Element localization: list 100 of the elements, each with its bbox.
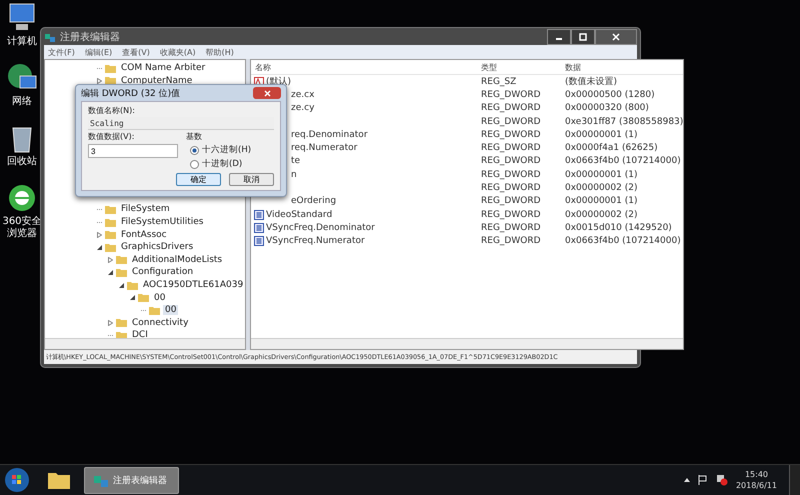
desktop-icon-label[interactable]: 计算机 xyxy=(0,36,44,48)
value-name-field: Scaling xyxy=(88,117,274,130)
folder-icon xyxy=(105,230,116,240)
folder-icon xyxy=(105,204,116,214)
tree-item[interactable]: FileSystem xyxy=(119,204,172,214)
tree-item[interactable]: GraphicsDrivers xyxy=(119,242,196,252)
value-name[interactable]: ze.cx xyxy=(291,90,314,100)
menu-item[interactable]: 文件(F) xyxy=(48,46,75,58)
column-header[interactable]: 数据 xyxy=(561,62,684,72)
value-name[interactable]: VideoStandard xyxy=(266,210,332,220)
minimize-button[interactable] xyxy=(547,28,571,44)
tree-item[interactable]: 00 xyxy=(152,292,168,303)
value-data: 0x00000320 (800) xyxy=(564,103,650,114)
close-icon xyxy=(612,32,620,40)
value-data: 0x00000002 (2) xyxy=(564,183,638,194)
flag-icon[interactable] xyxy=(698,475,708,485)
expanded-arrow-icon[interactable] xyxy=(130,295,135,300)
clock-time[interactable]: 15:40 xyxy=(744,470,768,479)
menu-item[interactable]: 帮助(H) xyxy=(206,46,234,58)
tree-item[interactable]: Connectivity xyxy=(130,318,190,328)
radio-option[interactable]: 十六进制(H) xyxy=(186,144,274,156)
horizontal-scrollbar[interactable] xyxy=(45,338,245,349)
folder-icon[interactable] xyxy=(48,471,70,489)
desktop-icon-label[interactable]: 360安全浏览器 xyxy=(0,216,44,240)
expanded-arrow-icon[interactable] xyxy=(108,270,113,275)
tree-item[interactable]: FontAssoc xyxy=(119,230,169,240)
close-button[interactable] xyxy=(253,87,281,99)
value-name[interactable]: te xyxy=(291,156,300,166)
value-type: REG_DWORD xyxy=(480,103,542,114)
value-type: REG_DWORD xyxy=(480,156,542,166)
value-type: REG_DWORD xyxy=(480,196,542,206)
expanded-arrow-icon[interactable] xyxy=(97,244,102,250)
maximize-icon xyxy=(579,32,587,40)
value-data: 0xe301ff87 (3808558983) xyxy=(564,116,684,127)
tree-item[interactable]: COM Name Arbiter xyxy=(119,63,208,74)
tree-item[interactable]: ComputerName xyxy=(119,76,194,86)
column-header[interactable]: 类型 xyxy=(477,62,561,72)
tree-item[interactable]: 00 xyxy=(163,305,178,316)
clock-date[interactable]: 2018/6/11 xyxy=(736,481,777,490)
column-header[interactable]: 名称 xyxy=(251,62,477,72)
tree-connector-line xyxy=(97,68,102,69)
caret-icon[interactable] xyxy=(684,478,690,482)
value-name[interactable]: req.Numerator xyxy=(291,143,358,154)
value-data: 0x00000500 (1280) xyxy=(564,90,656,100)
menu-item[interactable]: 收藏夹(A) xyxy=(160,46,196,58)
value-data-field[interactable]: 3 xyxy=(88,144,178,158)
expanded-arrow-icon[interactable] xyxy=(119,282,124,288)
horizontal-scrollbar[interactable] xyxy=(251,338,684,349)
value-data: 0x0663f4b0 (107214000) xyxy=(564,236,682,246)
tree-connector-line xyxy=(141,310,146,311)
desktop-icon-label[interactable]: 回收站 xyxy=(0,156,44,168)
collapsed-arrow-icon[interactable] xyxy=(108,256,113,263)
collapsed-arrow-icon[interactable] xyxy=(108,320,113,326)
folder-icon xyxy=(116,255,127,264)
menu-item[interactable]: 编辑(E) xyxy=(84,46,112,58)
ok-button[interactable]: 确定 xyxy=(176,173,221,186)
folder-icon xyxy=(149,306,160,315)
field-label: 数值名称(N): xyxy=(88,105,136,116)
value-data: 0x00000002 (2) xyxy=(564,210,638,220)
value-type: REG_DWORD xyxy=(480,222,542,233)
folder-icon xyxy=(105,242,116,252)
value-name[interactable]: VSyncFreq.Denominator xyxy=(266,222,375,233)
value-name[interactable]: eOrdering xyxy=(291,196,336,206)
folder-icon xyxy=(105,64,116,73)
value-name[interactable]: req.Denominator xyxy=(291,130,368,140)
value-name[interactable]: n xyxy=(291,170,297,180)
value-type: REG_DWORD xyxy=(480,210,542,220)
group-label: 基数 xyxy=(186,131,203,142)
value-name[interactable]: ze.cy xyxy=(291,103,314,114)
tree-item[interactable]: DCI xyxy=(130,330,150,338)
folder-icon xyxy=(116,268,127,277)
field-label: 数值数据(V): xyxy=(88,131,136,142)
collapsed-arrow-icon[interactable] xyxy=(97,232,102,238)
tree-item[interactable]: AdditionalModeLists xyxy=(130,254,224,265)
value-type: REG_DWORD xyxy=(480,236,542,246)
tree-item[interactable]: Configuration xyxy=(130,267,196,278)
binary-value-icon xyxy=(254,236,264,246)
value-type: REG_DWORD xyxy=(480,143,542,154)
browser-icon[interactable] xyxy=(6,182,38,214)
tree-item[interactable]: AOC1950DTLE61A039 xyxy=(141,280,245,290)
value-data: 0x0015d010 (1429520) xyxy=(564,222,673,233)
value-data: (数值未设置) xyxy=(564,76,618,88)
network-error-icon[interactable] xyxy=(716,474,728,486)
value-type: REG_SZ xyxy=(480,76,518,87)
value-type: REG_DWORD xyxy=(480,183,542,194)
start-button-icon[interactable] xyxy=(4,467,30,493)
folder-icon xyxy=(127,280,138,290)
desktop-icon-label[interactable]: 网络 xyxy=(0,96,44,108)
value-data: 0x00000001 (1) xyxy=(564,196,638,206)
radio-option[interactable]: 十进制(D) xyxy=(186,158,274,170)
close-button[interactable] xyxy=(595,28,637,44)
cancel-button[interactable]: 取消 xyxy=(229,173,274,186)
menu-item[interactable]: 查看(V) xyxy=(122,46,150,58)
close-icon xyxy=(264,90,270,96)
collapsed-arrow-icon[interactable] xyxy=(97,78,102,84)
maximize-button[interactable] xyxy=(571,28,595,44)
value-name[interactable]: VSyncFreq.Numerator xyxy=(266,236,365,246)
tree-connector-line xyxy=(97,222,102,223)
window-title: 注册表编辑器 xyxy=(60,30,120,44)
tree-item[interactable]: FileSystemUtilities xyxy=(119,217,206,228)
